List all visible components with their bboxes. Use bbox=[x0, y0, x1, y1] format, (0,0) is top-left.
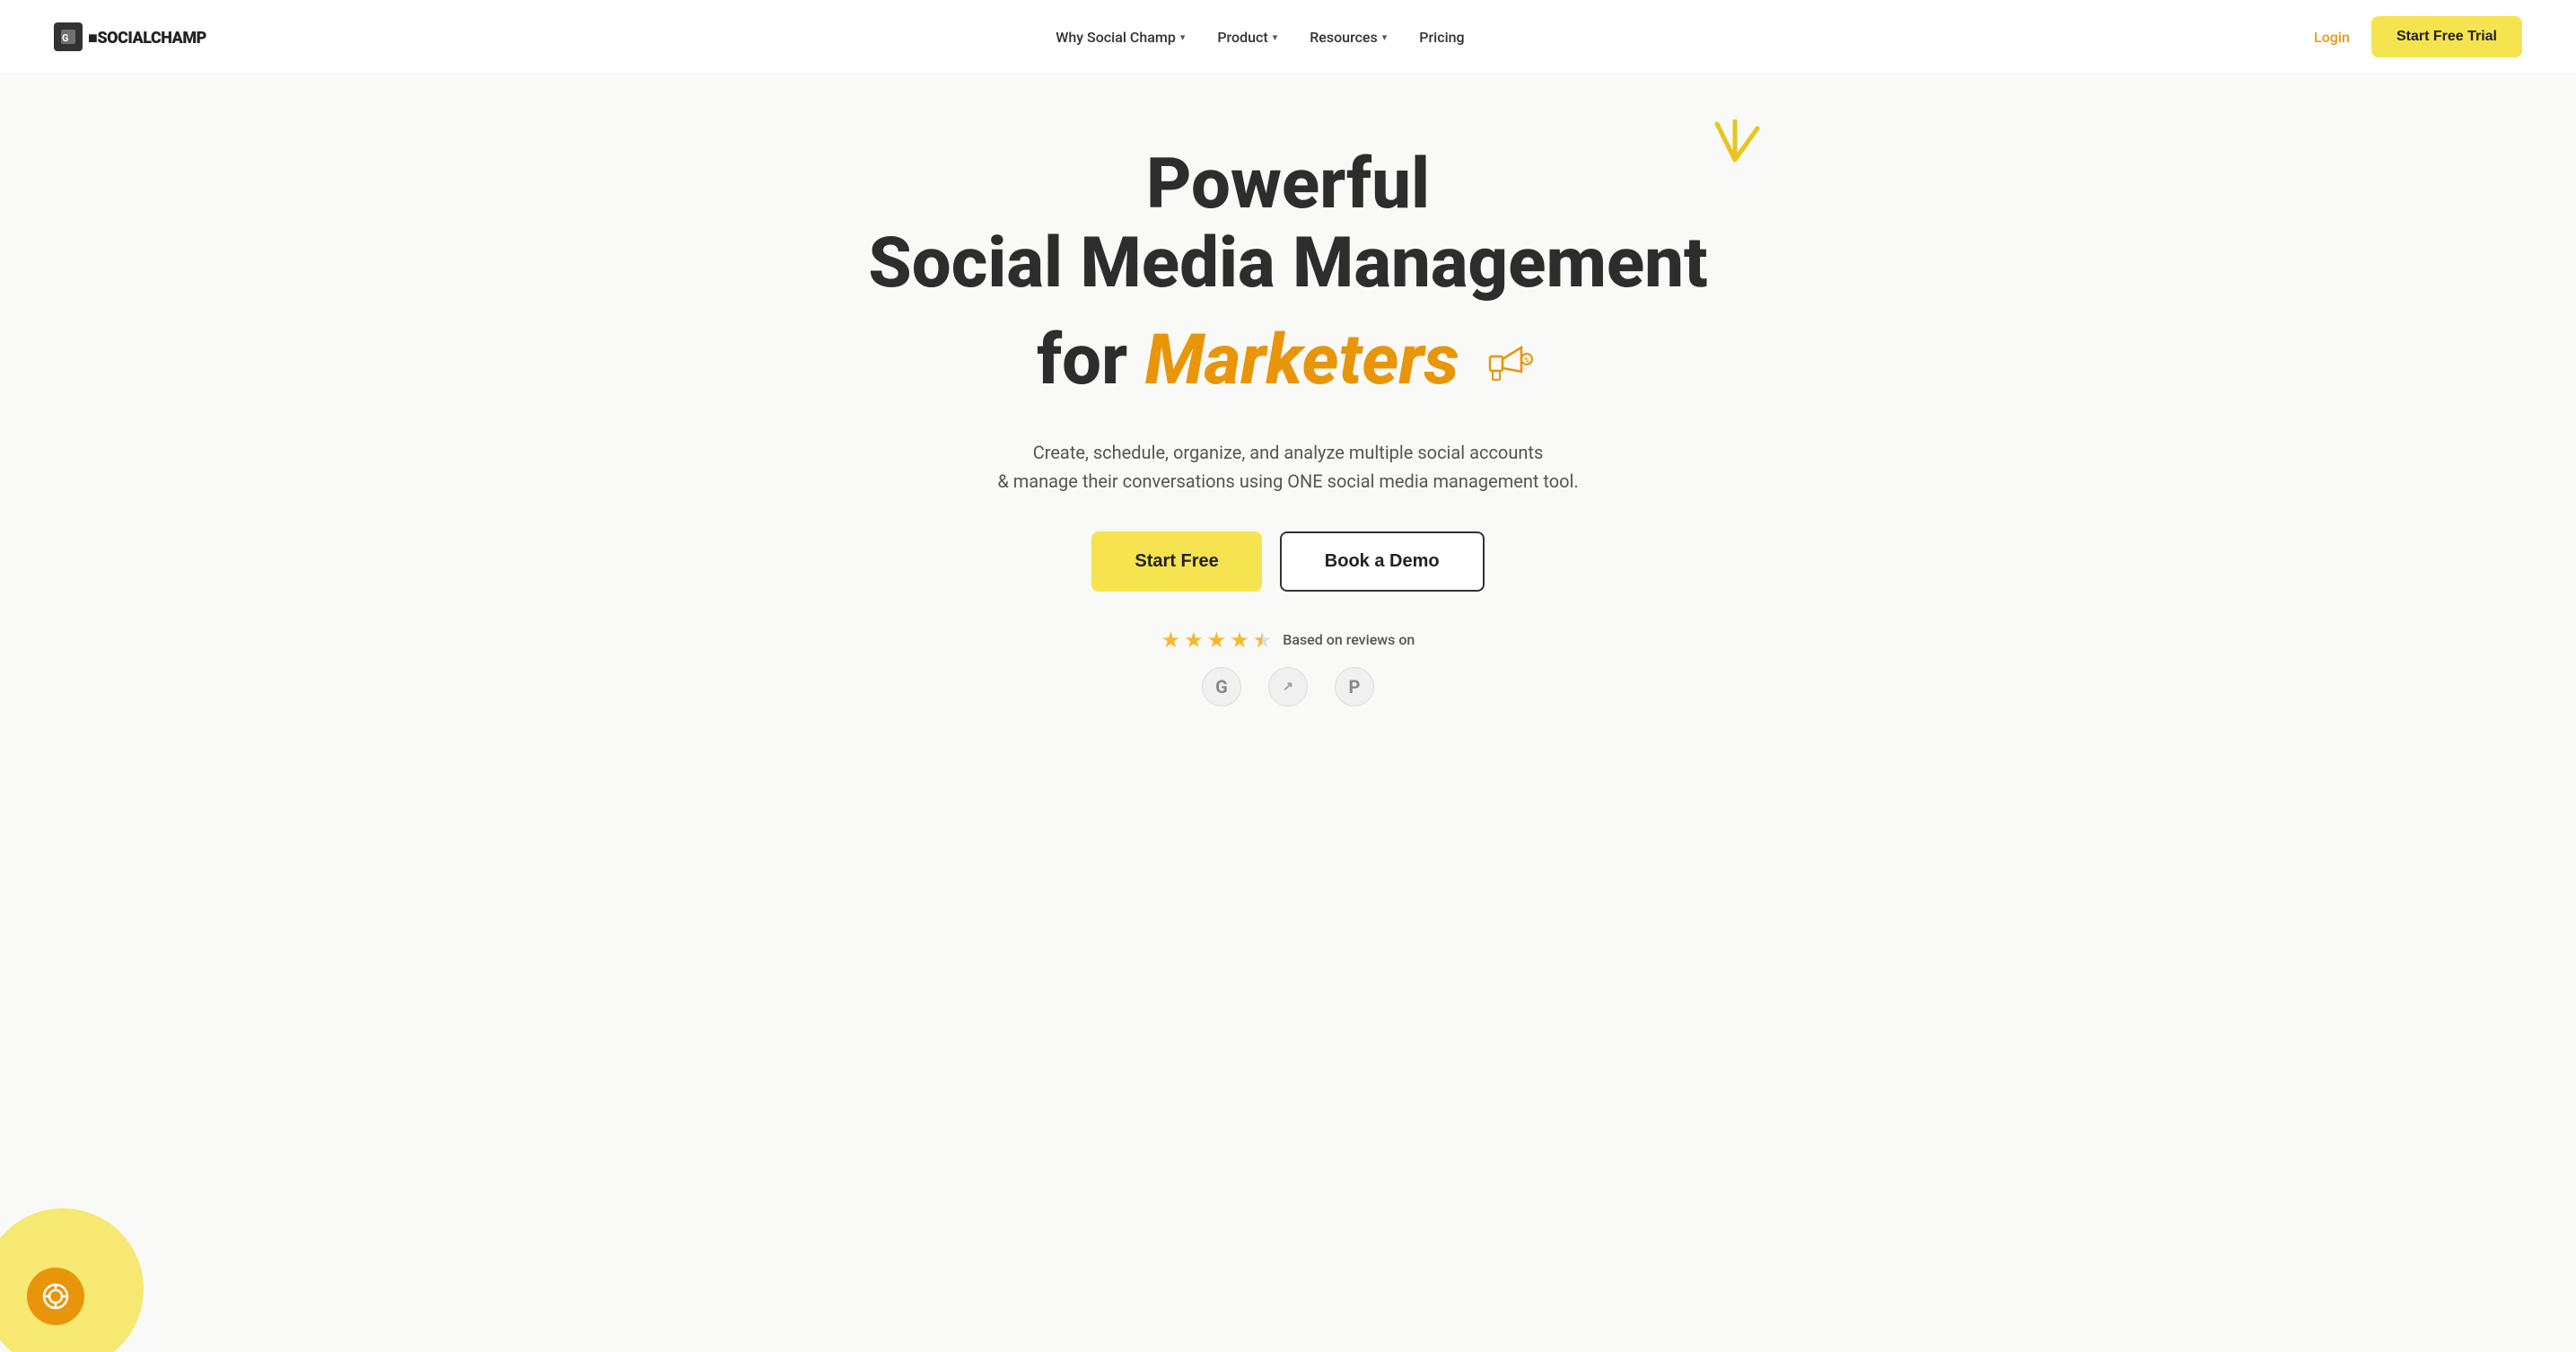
platform-arrow-icon: ↗ bbox=[1268, 667, 1308, 707]
nav-links: Why Social Champ ▾ Product ▾ Resources ▾… bbox=[1056, 29, 1464, 46]
hero-title-line3: for Marketers % bbox=[868, 320, 1707, 405]
star-half: ★ ★ bbox=[1253, 628, 1273, 653]
platform-producthunt-icon: P bbox=[1335, 667, 1374, 707]
hero-subtitle-line1: Create, schedule, organize, and analyze … bbox=[1033, 442, 1544, 463]
hero-marketers-text: Marketers bbox=[1145, 320, 1459, 401]
chevron-down-icon: ▾ bbox=[1382, 31, 1388, 43]
nav-actions: Login Start Free Trial bbox=[2314, 16, 2522, 57]
hero-title-line2: Social Media Management bbox=[868, 224, 1707, 304]
marketer-icon: % bbox=[1485, 325, 1539, 406]
nav-label-resources: Resources bbox=[1310, 29, 1378, 46]
platform-icons: G ↗ P bbox=[1202, 667, 1374, 707]
svg-text:G: G bbox=[62, 32, 69, 44]
hero-section: Powerful Social Media Management for Mar… bbox=[0, 75, 2576, 760]
reviews-based-on: Based on reviews on bbox=[1283, 631, 1415, 648]
start-free-trial-button[interactable]: Start Free Trial bbox=[2371, 16, 2522, 57]
star-1: ★ bbox=[1161, 628, 1181, 653]
nav-item-pricing[interactable]: Pricing bbox=[1419, 29, 1464, 46]
nav-label-pricing: Pricing bbox=[1419, 29, 1464, 46]
logo[interactable]: G ■SOCIALCHAMP bbox=[54, 22, 206, 51]
svg-text:%: % bbox=[1524, 356, 1529, 364]
star-3: ★ bbox=[1207, 628, 1227, 653]
star-2: ★ bbox=[1184, 628, 1204, 653]
chevron-down-icon: ▾ bbox=[1180, 31, 1186, 43]
nav-item-why-social-champ[interactable]: Why Social Champ ▾ bbox=[1056, 29, 1185, 46]
hero-title-line1: Powerful bbox=[1146, 146, 1430, 224]
hero-buttons: Start Free Book a Demo bbox=[1091, 531, 1484, 592]
reviews-section: ★ ★ ★ ★ ★ ★ Based on reviews on G ↗ P bbox=[1161, 628, 1415, 707]
platform-google-icon: G bbox=[1202, 667, 1241, 707]
nav-label-product: Product bbox=[1217, 29, 1267, 46]
nav-item-product[interactable]: Product ▾ bbox=[1217, 29, 1277, 46]
navbar: G ■SOCIALCHAMP Why Social Champ ▾ Produc… bbox=[0, 0, 2576, 75]
start-free-button[interactable]: Start Free bbox=[1091, 531, 1261, 592]
chat-support-button[interactable] bbox=[27, 1268, 84, 1325]
nav-link-product[interactable]: Product ▾ bbox=[1217, 29, 1277, 46]
sparkle-icon bbox=[1708, 119, 1762, 168]
hero-title: Powerful Social Media Management for Mar… bbox=[868, 146, 1707, 406]
stars-row: ★ ★ ★ ★ ★ ★ Based on reviews on bbox=[1161, 628, 1415, 653]
hero-title-powerful: Powerful bbox=[1146, 146, 1430, 224]
star-4: ★ bbox=[1230, 628, 1249, 653]
nav-label-why-social-champ: Why Social Champ bbox=[1056, 29, 1176, 46]
logo-text: ■SOCIALCHAMP bbox=[88, 26, 206, 48]
hero-title-for: for bbox=[1037, 320, 1145, 401]
nav-link-pricing[interactable]: Pricing bbox=[1419, 29, 1464, 46]
nav-link-resources[interactable]: Resources ▾ bbox=[1310, 29, 1387, 46]
login-link[interactable]: Login bbox=[2314, 29, 2350, 46]
nav-item-resources[interactable]: Resources ▾ bbox=[1310, 29, 1387, 46]
logo-icon: G bbox=[54, 22, 83, 51]
book-demo-button[interactable]: Book a Demo bbox=[1280, 531, 1485, 592]
chevron-down-icon: ▾ bbox=[1273, 31, 1278, 43]
hero-subtitle-line2: & manage their conversations using ONE s… bbox=[997, 470, 1578, 492]
hero-title-wrapper: Powerful Social Media Management for Mar… bbox=[868, 146, 1707, 406]
nav-link-why-social-champ[interactable]: Why Social Champ ▾ bbox=[1056, 29, 1185, 46]
star-rating: ★ ★ ★ ★ ★ ★ bbox=[1161, 628, 1273, 653]
hero-subtitle: Create, schedule, organize, and analyze … bbox=[997, 438, 1578, 496]
